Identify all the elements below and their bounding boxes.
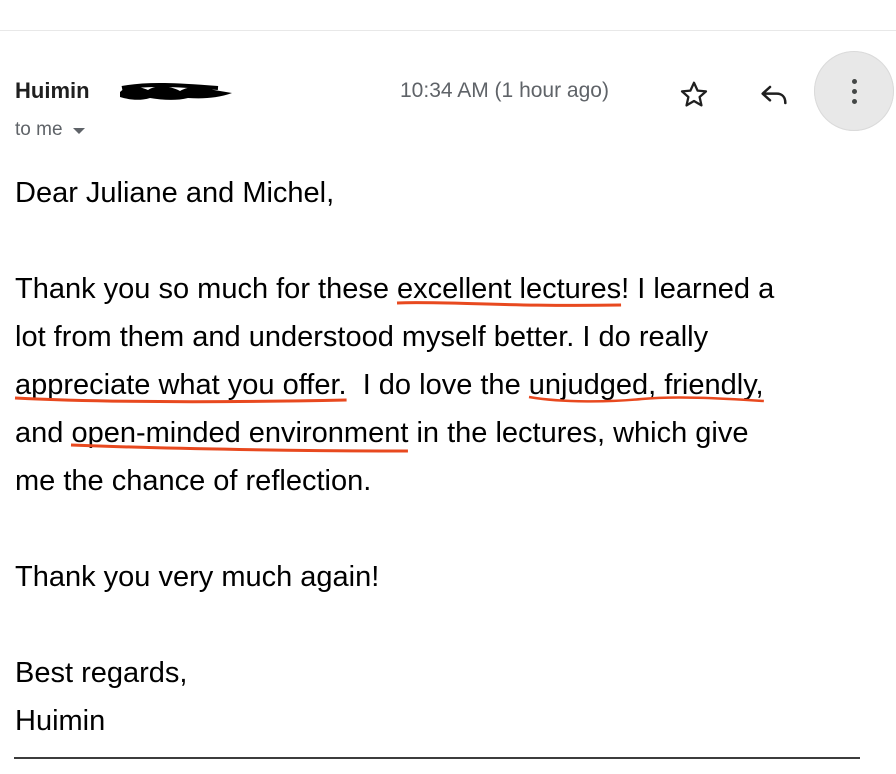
body-line-4: and open-minded environment in the lectu… (15, 409, 885, 457)
greeting: Dear Juliane and Michel, (15, 177, 335, 209)
chevron-down-icon (72, 128, 85, 134)
body-line-1: Thank you so much for these excellent le… (15, 265, 885, 313)
star-icon (680, 81, 708, 107)
email-header: Huimin to me 10:34 AM (1 hour ago) (0, 0, 896, 150)
underlined-unjudged-friendly: unjudged, friendly, (528, 369, 764, 401)
signature: Huimin (15, 705, 106, 737)
body-line-2: lot from them and understood myself bett… (15, 321, 709, 353)
redaction-scribble (120, 82, 232, 100)
closing-line: Best regards, (15, 657, 188, 689)
star-button[interactable] (672, 73, 716, 117)
more-vertical-icon (851, 78, 857, 104)
sender-name[interactable]: Huimin (15, 78, 90, 104)
body-line-3: appreciate what you offer. I do love the… (15, 361, 885, 409)
thanks-line: Thank you very much again! (15, 561, 380, 593)
underlined-appreciate: appreciate what you offer. (15, 369, 347, 401)
body-line-5: me the chance of reflection. (15, 465, 372, 497)
underlined-excellent-lectures: excellent lectures (397, 273, 622, 305)
reply-button[interactable] (752, 73, 796, 117)
recipient-label: to me (15, 119, 63, 140)
email-body: Dear Juliane and Michel, Thank you so mu… (15, 169, 885, 745)
underlined-open-minded: open-minded environment (71, 417, 409, 449)
timestamp: 10:34 AM (1 hour ago) (400, 79, 609, 102)
recipient-dropdown[interactable]: to me (15, 119, 85, 141)
bottom-divider (14, 757, 860, 759)
more-options-button[interactable] (814, 51, 894, 131)
reply-icon (761, 85, 787, 105)
